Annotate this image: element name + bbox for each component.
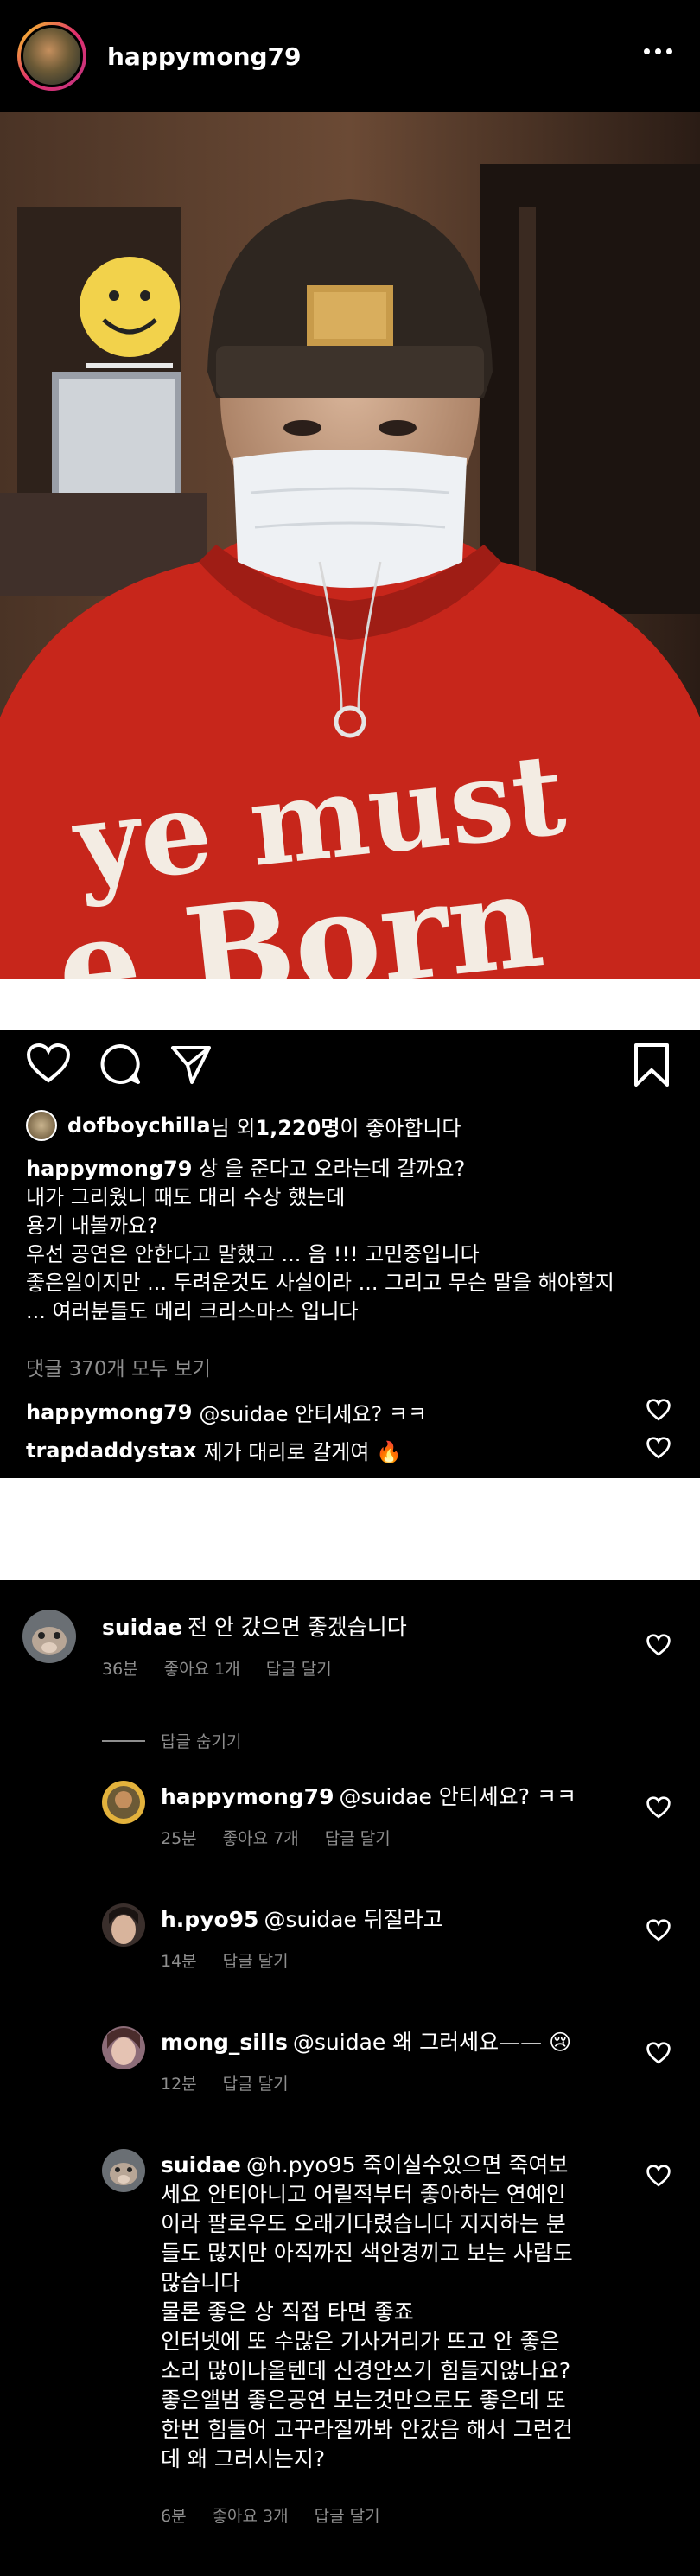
- comment-time: 36분: [102, 1660, 138, 1679]
- commenter-avatar[interactable]: [102, 2026, 145, 2069]
- comment-like-heart-icon[interactable]: [646, 1919, 671, 1942]
- caption-username[interactable]: happymong79: [26, 1157, 192, 1181]
- comment-like-heart-icon[interactable]: [646, 1634, 671, 1656]
- likes-count: 1,220명: [255, 1115, 340, 1140]
- comment-body: h.pyo95 @suidae 뒤질라고: [161, 1905, 443, 1935]
- comment-text: @suidae 안티세요? ㅋㅋ: [199, 1402, 428, 1426]
- comment-username[interactable]: happymong79: [161, 1784, 334, 1809]
- profile-avatar[interactable]: [17, 22, 86, 91]
- comment-meta: 14분 답글 달기: [161, 1948, 289, 1972]
- comment-time: 14분: [161, 1952, 197, 1971]
- comments-thread: suidae 전 안 갔으면 좋겠습니다 36분 좋아요 1개 답글 달기 답글 …: [0, 1580, 700, 2576]
- comment-text: 제가 대리로 갈게여 🔥: [203, 1440, 402, 1464]
- comment-username[interactable]: mong_sills: [161, 2030, 288, 2055]
- bookmark-icon[interactable]: [633, 1043, 671, 1087]
- comment-username[interactable]: h.pyo95: [161, 1907, 258, 1932]
- likes-summary[interactable]: dofboychilla 님 외 1,220명 이 좋아합니다: [26, 1110, 461, 1141]
- comment-text: 전 안 갔으면 좋겠습니다: [187, 1615, 407, 1640]
- reply-button[interactable]: 답글 달기: [223, 2071, 289, 2095]
- comment-text: @suidae 안티세요? ㅋㅋ: [339, 1784, 577, 1809]
- selfie-image: ye must e Born: [0, 112, 700, 979]
- post-photo: ye must e Born: [0, 112, 700, 979]
- caption-text: 상 을 준다고 오라는데 갈까요? 내가 그리웠니 때도 대리 수상 했는데 용…: [26, 1157, 614, 1323]
- comment-like-heart-icon[interactable]: [646, 2165, 671, 2187]
- comment-likes[interactable]: 좋아요 3개: [213, 2503, 289, 2527]
- comment-username[interactable]: suidae: [161, 2152, 241, 2177]
- commenter-avatar[interactable]: [102, 1903, 145, 1947]
- preview-comment: happymong79 @suidae 안티세요? ㅋㅋ: [26, 1397, 427, 1427]
- commenter-avatar[interactable]: [102, 1781, 145, 1824]
- comment-likes[interactable]: 좋아요 7개: [223, 1826, 299, 1849]
- comment-text: @h.pyo95 죽이실수있으면 죽여보 세요 안티아니고 어릴적부터 좋아하는…: [161, 2152, 573, 2471]
- comment-meta: 25분 좋아요 7개 답글 달기: [161, 1826, 391, 1849]
- comment-body: suidae @h.pyo95 죽이실수있으면 죽여보 세요 안티아니고 어릴적부…: [161, 2151, 610, 2474]
- comment-time: 6분: [161, 2507, 187, 2526]
- reply-button[interactable]: 답글 달기: [325, 1826, 391, 1849]
- comment-meta: 36분 좋아요 1개 답글 달기: [102, 1656, 332, 1680]
- comment-text: @suidae 뒤질라고: [264, 1907, 443, 1932]
- commenter-avatar[interactable]: [22, 1610, 76, 1663]
- comment-time: 25분: [161, 1829, 197, 1848]
- liker-username[interactable]: dofboychilla: [67, 1113, 211, 1138]
- comment-like-heart-icon[interactable]: [646, 2042, 671, 2064]
- preview-comment: trapdaddystax 제가 대리로 갈게여 🔥: [26, 1435, 402, 1465]
- liker-avatar: [26, 1110, 57, 1141]
- post-actions-section: dofboychilla 님 외 1,220명 이 좋아합니다 happymong7…: [0, 1030, 700, 1478]
- comment-like-heart-icon[interactable]: [646, 1399, 671, 1421]
- comment-body: mong_sills @suidae 왜 그러세요—— 😢: [161, 2028, 571, 2057]
- comment-body: happymong79 @suidae 안티세요? ㅋㅋ: [161, 1782, 576, 1812]
- comment-username[interactable]: trapdaddystax: [26, 1438, 197, 1463]
- reply-button[interactable]: 답글 달기: [266, 1656, 332, 1680]
- comment-username[interactable]: happymong79: [26, 1400, 192, 1425]
- hide-replies-button[interactable]: 답글 숨기기: [102, 1729, 241, 1752]
- comment-body: suidae 전 안 갔으면 좋겠습니다: [102, 1613, 407, 1642]
- post-caption: happymong79 상 을 준다고 오라는데 갈까요? 내가 그리웠니 때도…: [26, 1155, 683, 1326]
- commenter-avatar[interactable]: [102, 2149, 145, 2192]
- comment-like-heart-icon[interactable]: [646, 1796, 671, 1819]
- more-icon[interactable]: [644, 48, 672, 54]
- share-icon[interactable]: [169, 1043, 213, 1086]
- comment-username[interactable]: suidae: [102, 1615, 182, 1640]
- comment-meta: 6분 좋아요 3개 답글 달기: [161, 2503, 380, 2527]
- comment-time: 12분: [161, 2075, 197, 2094]
- reply-button[interactable]: 답글 달기: [223, 1948, 289, 1972]
- comment-text: @suidae 왜 그러세요—— 😢: [292, 2030, 572, 2055]
- post-header: happymong79: [0, 0, 700, 112]
- comment-like-heart-icon[interactable]: [646, 1437, 671, 1459]
- comment-likes[interactable]: 좋아요 1개: [164, 1656, 240, 1680]
- comment-icon[interactable]: [99, 1043, 142, 1086]
- post-username[interactable]: happymong79: [107, 42, 302, 71]
- reply-button[interactable]: 답글 달기: [315, 2503, 380, 2527]
- view-all-comments-link[interactable]: 댓글 370개 모두 보기: [26, 1352, 211, 1381]
- heart-icon[interactable]: [26, 1043, 71, 1084]
- comment-meta: 12분 답글 달기: [161, 2071, 289, 2095]
